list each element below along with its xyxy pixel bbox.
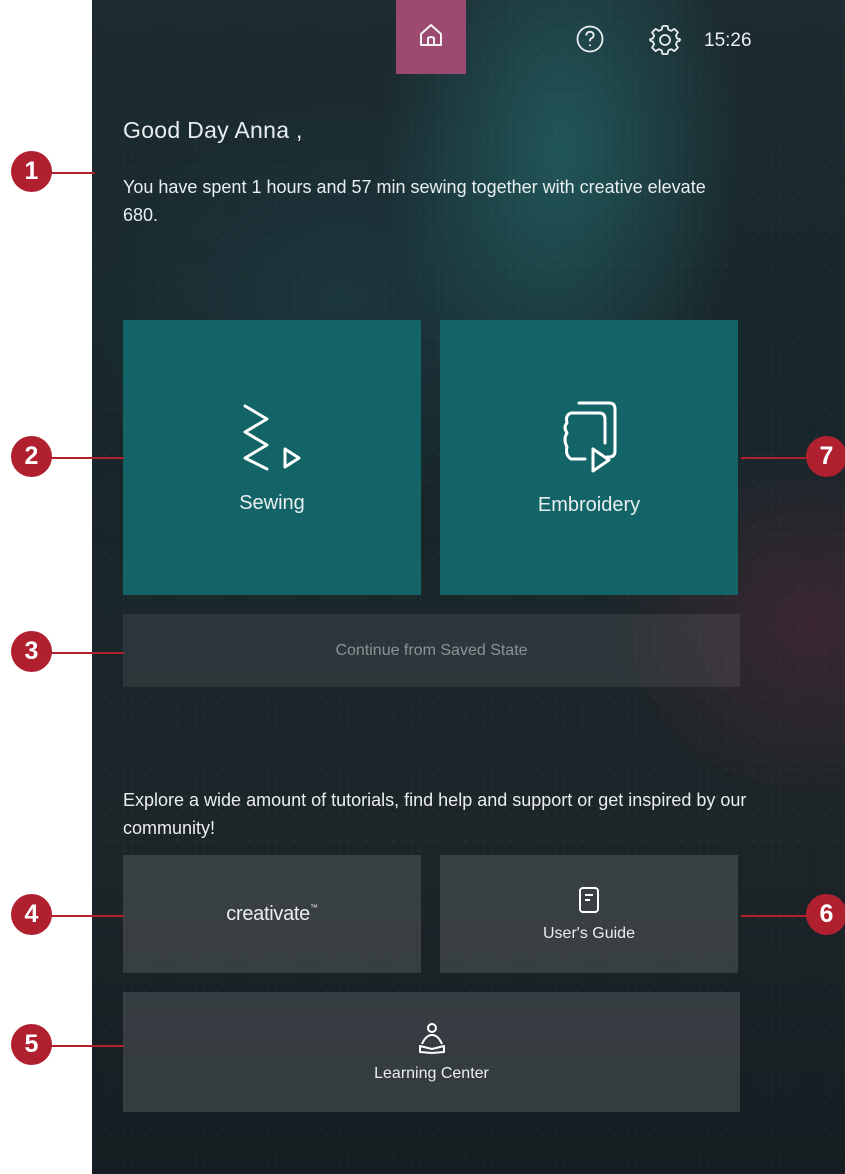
callout-leader-6 [741, 915, 811, 917]
callout-3: 3 [11, 631, 52, 672]
learning-center-label: Learning Center [374, 1064, 489, 1082]
greeting-text: Good Day Anna , [123, 117, 303, 143]
callout-leader-4 [50, 915, 124, 917]
sewing-tile[interactable]: Sewing [123, 320, 421, 595]
home-icon [418, 22, 444, 53]
embroidery-tile[interactable]: Embroidery [440, 320, 738, 595]
continue-saved-state-button[interactable]: Continue from Saved State [123, 614, 740, 687]
callout-leader-7 [741, 457, 811, 459]
callout-leader-5 [50, 1045, 124, 1047]
settings-icon [649, 23, 681, 60]
callout-leader-2 [50, 457, 124, 459]
help-button[interactable] [573, 24, 607, 58]
callout-5: 5 [11, 1024, 52, 1065]
book-icon [578, 886, 600, 919]
callout-leader-3 [50, 652, 124, 654]
callout-leader-1 [50, 172, 95, 174]
help-icon [575, 24, 605, 59]
callout-7: 7 [806, 436, 845, 477]
learning-center-tile[interactable]: Learning Center [123, 992, 740, 1112]
creativate-tile[interactable]: creativate™ [123, 855, 421, 973]
embroidery-icon [553, 399, 625, 480]
learning-icon [416, 1022, 448, 1059]
usage-message: You have spent 1 hours and 57 min sewing… [123, 177, 706, 225]
users-guide-label: User's Guide [543, 924, 635, 942]
callout-6: 6 [806, 894, 845, 935]
creativate-logo: creativate™ [226, 902, 318, 925]
sewing-label: Sewing [239, 491, 305, 514]
home-tab[interactable] [396, 0, 466, 74]
callout-2: 2 [11, 436, 52, 477]
clock: 15:26 [704, 30, 752, 51]
users-guide-tile[interactable]: User's Guide [440, 855, 738, 973]
settings-button[interactable] [648, 24, 682, 58]
embroidery-label: Embroidery [537, 493, 641, 516]
home-screen: 15:26 Good Day Anna , You have spent 1 h… [92, 0, 845, 1174]
callout-4: 4 [11, 894, 52, 935]
sewing-icon [237, 401, 307, 478]
callout-1: 1 [11, 151, 52, 192]
explore-text: Explore a wide amount of tutorials, find… [123, 790, 747, 838]
